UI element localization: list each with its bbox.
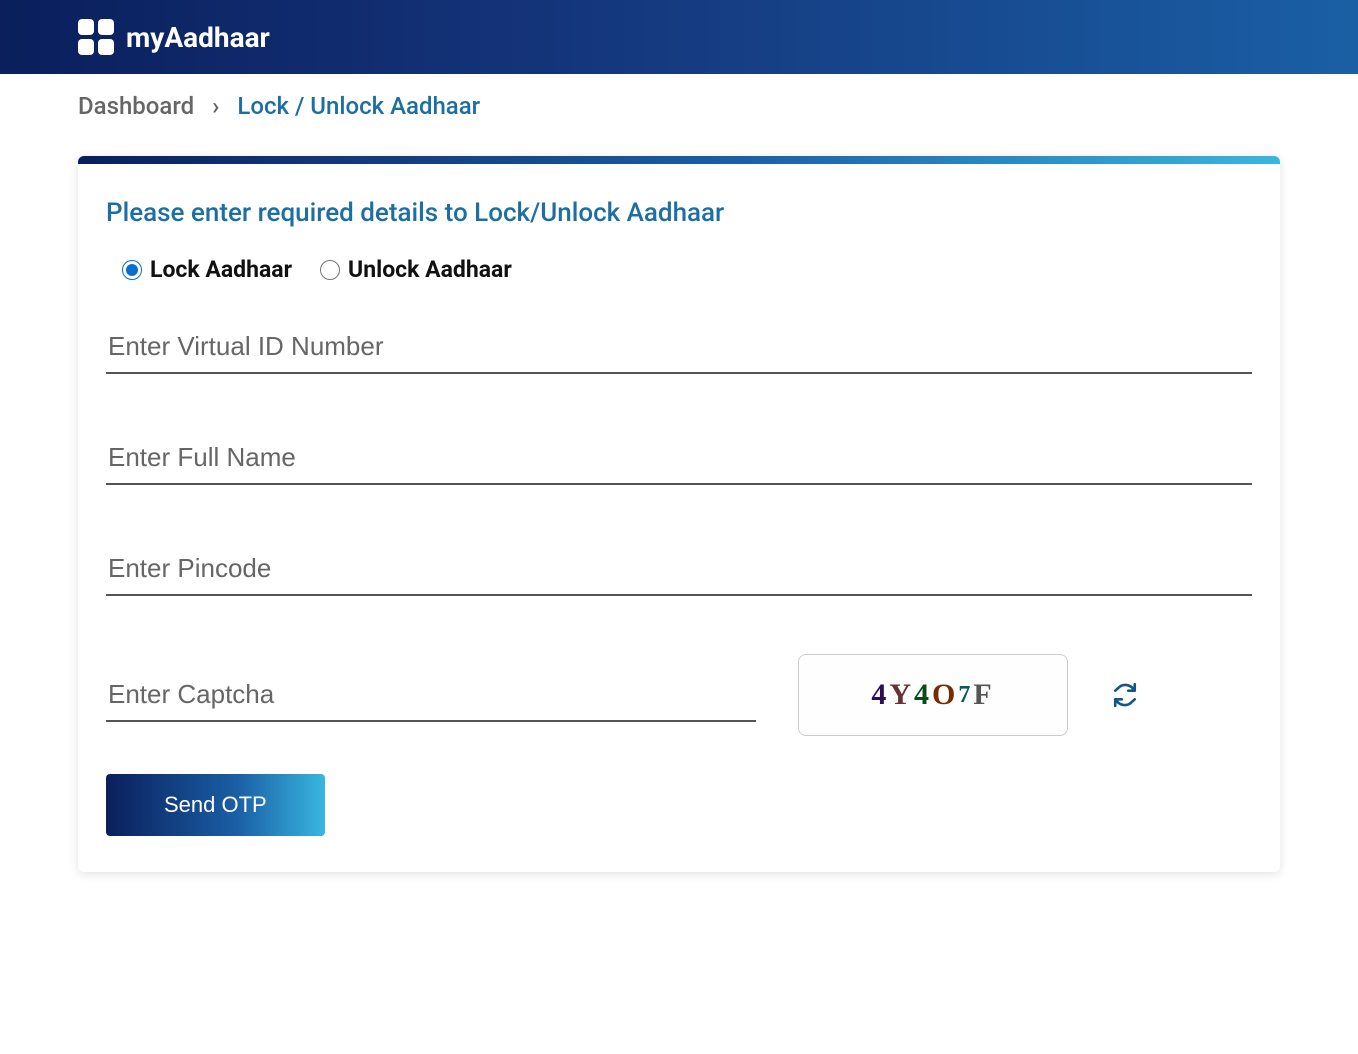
radio-unlock[interactable]: Unlock Aadhaar [320, 256, 512, 283]
captcha-image: 4Y4O7F [798, 654, 1068, 736]
logo-grid-icon [78, 19, 114, 55]
radio-lock-label[interactable]: Lock Aadhaar [150, 256, 292, 283]
radio-lock[interactable]: Lock Aadhaar [122, 256, 292, 283]
app-header: myAadhaar [0, 0, 1358, 74]
breadcrumb: Dashboard › Lock / Unlock Aadhaar [0, 74, 1358, 138]
send-otp-button[interactable]: Send OTP [106, 774, 325, 836]
captcha-input[interactable] [106, 669, 756, 722]
name-field-wrap [106, 432, 1252, 485]
radio-unlock-label[interactable]: Unlock Aadhaar [348, 256, 512, 283]
fullname-input[interactable] [106, 432, 1252, 485]
card-title: Please enter required details to Lock/Un… [106, 198, 1252, 228]
logo-text: myAadhaar [126, 21, 270, 54]
lock-unlock-card: Please enter required details to Lock/Un… [78, 156, 1280, 872]
logo[interactable]: myAadhaar [78, 19, 270, 55]
radio-unlock-input[interactable] [320, 260, 340, 280]
captcha-row: 4Y4O7F [106, 654, 1252, 736]
card-accent-bar [78, 156, 1280, 164]
vid-input[interactable] [106, 321, 1252, 374]
lock-unlock-radio-group: Lock Aadhaar Unlock Aadhaar [106, 256, 1252, 283]
breadcrumb-dashboard[interactable]: Dashboard [78, 92, 194, 120]
pincode-input[interactable] [106, 543, 1252, 596]
breadcrumb-separator-icon: › [212, 92, 219, 120]
breadcrumb-current: Lock / Unlock Aadhaar [237, 92, 480, 120]
radio-lock-input[interactable] [122, 260, 142, 280]
refresh-icon [1112, 682, 1138, 708]
vid-field-wrap [106, 321, 1252, 374]
pincode-field-wrap [106, 543, 1252, 596]
refresh-captcha-button[interactable] [1110, 680, 1140, 710]
